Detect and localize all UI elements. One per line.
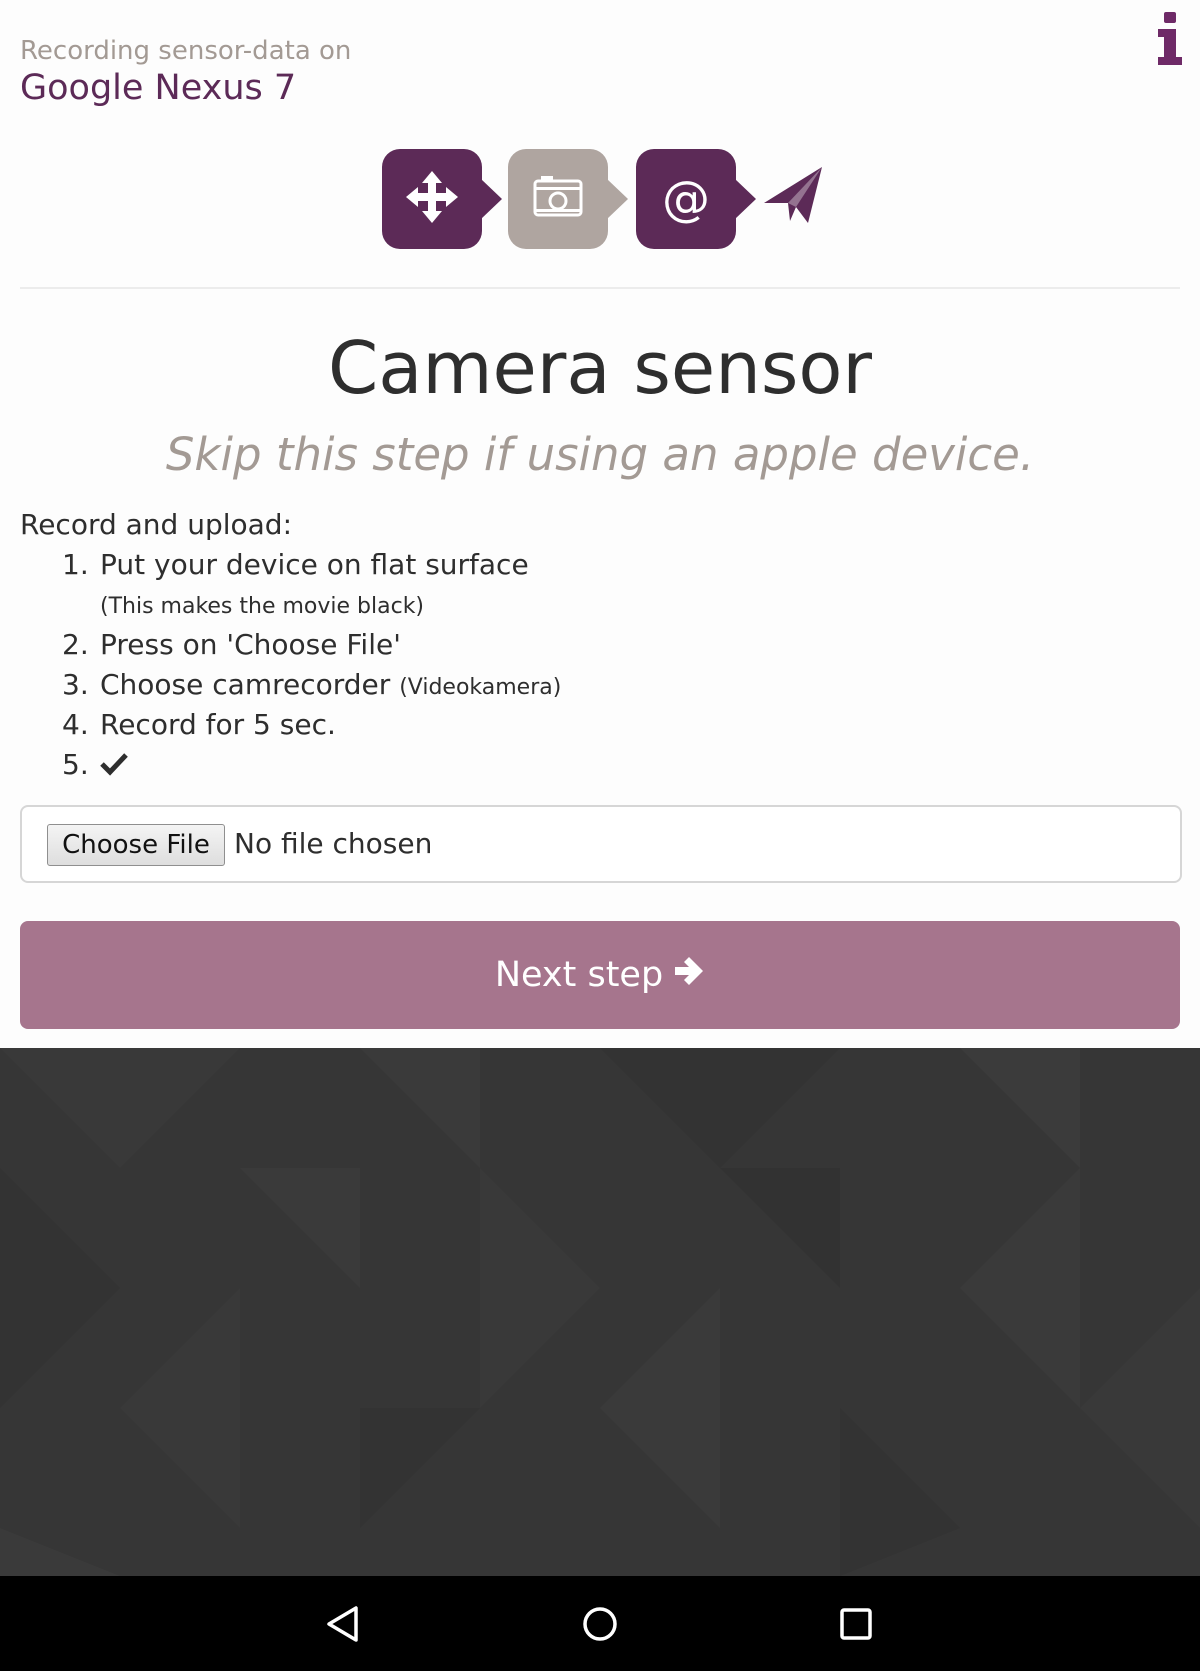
info-icon[interactable]	[1150, 10, 1190, 66]
progress-steps: @	[382, 149, 822, 249]
header-subtitle: Recording sensor-data on	[20, 36, 352, 66]
next-step-button[interactable]: Next step	[20, 921, 1180, 1029]
camera-icon	[533, 175, 583, 223]
list-item: 2. Press on 'Choose File'	[62, 628, 401, 661]
at-sign-icon: @	[662, 171, 710, 227]
page: Recording sensor-data on Google Nexus 7	[0, 0, 1200, 1048]
back-icon[interactable]	[316, 1596, 372, 1652]
list-item: 3. Choose camrecorder (Videokamera)	[62, 668, 562, 701]
page-subtitle: Skip this step if using an apple device.	[165, 428, 1035, 481]
list-item-note: (This makes the movie black)	[100, 594, 425, 619]
list-item: 1. Put your device on flat surface	[62, 548, 529, 581]
choose-file-button[interactable]: Choose File	[47, 824, 225, 866]
background-pattern	[0, 1048, 1200, 1576]
list-item: 5.	[62, 748, 128, 781]
device-name: Google Nexus 7	[20, 68, 297, 108]
paper-plane-icon	[762, 165, 824, 231]
home-icon[interactable]	[572, 1596, 628, 1652]
file-upload-field: Choose File No file chosen	[20, 805, 1182, 883]
checkmark-icon	[100, 748, 128, 781]
instructions-intro: Record and upload:	[20, 508, 293, 541]
file-status: No file chosen	[234, 827, 433, 860]
recents-icon[interactable]	[828, 1596, 884, 1652]
step-email: @	[636, 149, 756, 249]
arrow-right-icon	[663, 955, 705, 996]
android-nav-bar	[0, 1576, 1200, 1671]
next-step-label: Next step	[494, 955, 664, 995]
list-item: 4. Record for 5 sec.	[62, 708, 336, 741]
divider	[20, 287, 1180, 289]
page-title: Camera sensor	[327, 326, 873, 410]
move-arrows-icon	[405, 170, 459, 228]
step-motion	[382, 149, 502, 249]
step-camera	[508, 149, 628, 249]
